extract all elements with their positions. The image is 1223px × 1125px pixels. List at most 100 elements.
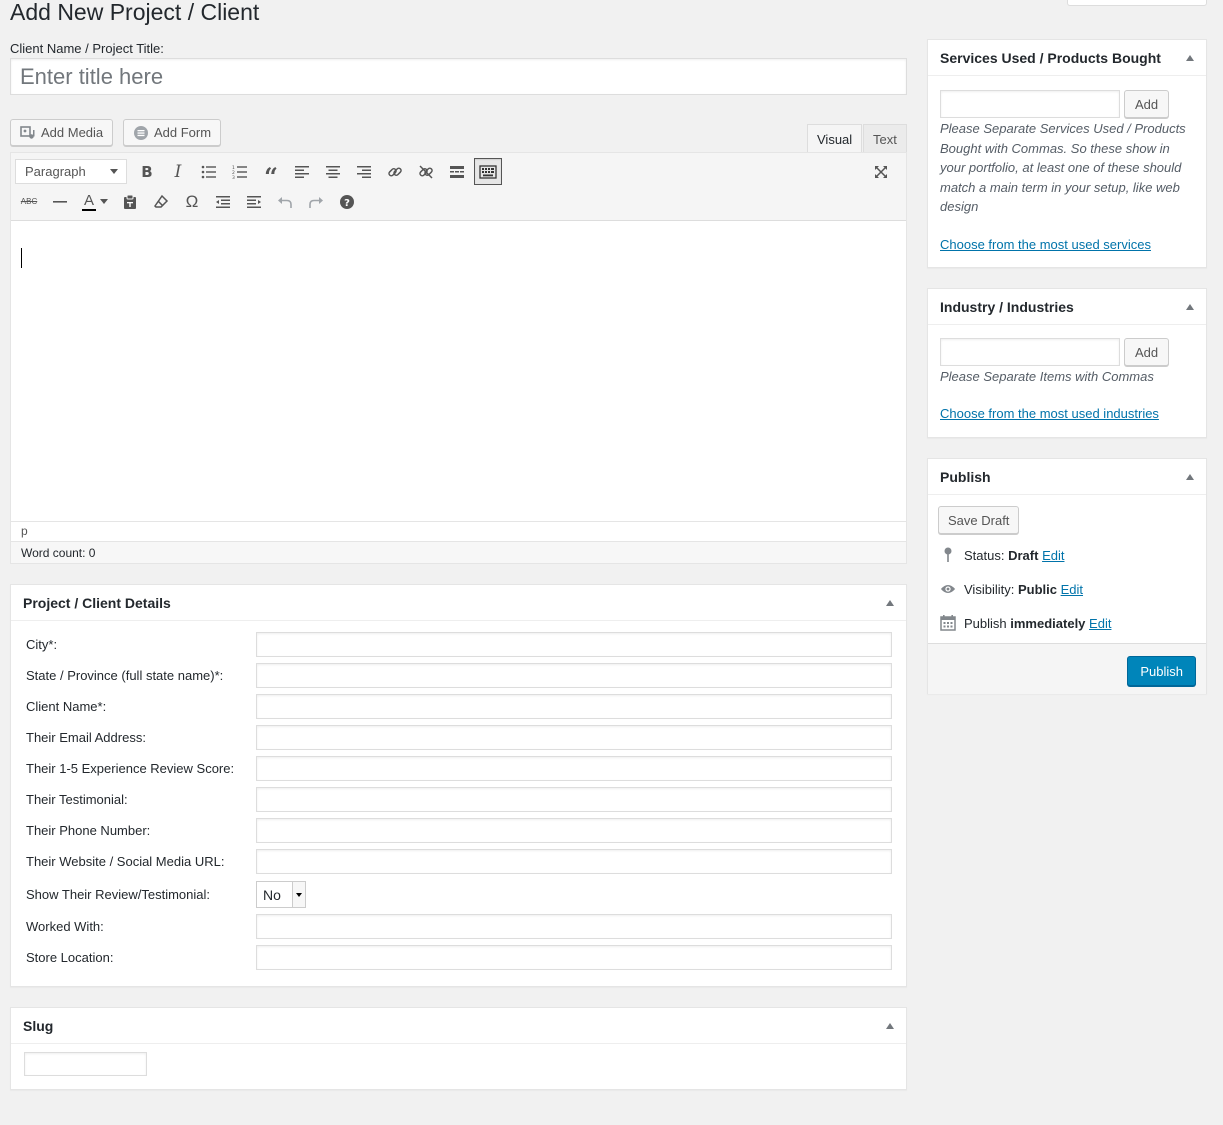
paste-as-text-icon[interactable] [116,188,144,215]
review-score-input[interactable] [256,756,892,781]
schedule-label: Publish [964,615,1007,631]
calendar-icon [940,615,956,631]
horizontal-line-icon[interactable] [46,188,74,215]
field-row-store-location: Store Location: [26,945,892,970]
read-more-icon[interactable] [443,158,471,185]
help-icon[interactable]: ? [333,188,361,215]
services-tag-input[interactable] [940,90,1120,118]
strikethrough-icon[interactable]: ABC [15,188,43,215]
add-media-label: Add Media [41,125,104,140]
bulleted-list-icon[interactable] [195,158,223,185]
title-input[interactable] [10,58,907,95]
numbered-list-icon[interactable]: 123 [226,158,254,185]
industries-tag-input[interactable] [940,338,1120,366]
element-path: p [11,521,906,541]
most-used-industries-link[interactable]: Choose from the most used industries [940,406,1159,421]
client-name-input[interactable] [256,694,892,719]
most-used-services-link[interactable]: Choose from the most used services [940,237,1151,252]
slug-box: Slug [10,1007,907,1090]
store-location-input[interactable] [256,945,892,970]
redo-icon[interactable] [302,188,330,215]
collapse-arrow-icon[interactable] [1186,54,1194,61]
increase-indent-icon[interactable] [240,188,268,215]
services-add-button[interactable]: Add [1124,90,1170,118]
details-box-header[interactable]: Project / Client Details [11,585,906,621]
blockquote-icon[interactable]: “ [257,158,285,188]
visibility-label: Visibility: [964,581,1015,597]
publish-box-title: Publish [940,468,991,485]
align-center-icon[interactable] [319,158,347,185]
collapse-arrow-icon[interactable] [1186,303,1194,310]
toolbar-toggle-icon[interactable] [474,158,502,185]
services-help-text: Please Separate Services Used / Products… [940,121,1186,214]
state-input[interactable] [256,663,892,688]
decrease-indent-icon[interactable] [209,188,237,215]
title-label: Client Name / Project Title: [10,41,164,56]
editor-content-area[interactable] [11,221,906,521]
toolbar-row-2: ABC A Ω ? [15,188,364,215]
clear-formatting-icon[interactable] [147,188,175,215]
pin-icon [940,547,956,563]
field-row-website: Their Website / Social Media URL: [26,849,892,874]
fullscreen-icon[interactable] [867,158,895,185]
status-label: Status: [964,547,1005,563]
tab-text[interactable]: Text [863,124,907,153]
publish-box: Publish Save Draft Status: Draft Edit Vi… [927,458,1207,694]
format-select[interactable]: Paragraph [15,159,127,184]
text-color-icon[interactable]: A [77,188,113,215]
field-row-testimonial: Their Testimonial: [26,787,892,812]
svg-text:?: ? [344,198,350,209]
slug-box-header[interactable]: Slug [11,1008,906,1044]
remove-link-icon[interactable] [412,158,440,185]
field-label: Show Their Review/Testimonial: [26,887,210,902]
slug-input[interactable] [24,1052,147,1076]
collapse-arrow-icon[interactable] [1186,473,1194,480]
screen-options-tab[interactable] [1067,0,1207,6]
toolbar-row-1: Paragraph B I 123 “ [15,158,505,188]
collapse-arrow-icon[interactable] [886,599,894,606]
field-label: City*: [26,637,58,652]
add-form-button[interactable]: Add Form [123,119,222,146]
page-title: Add New Project / Client [10,0,260,25]
edit-status-link[interactable]: Edit [1042,548,1064,563]
services-box-title: Services Used / Products Bought [940,49,1161,66]
status-value: Draft [1008,547,1039,563]
details-box-title: Project / Client Details [23,594,171,611]
align-left-icon[interactable] [288,158,316,185]
field-row-email: Their Email Address: [26,725,892,750]
email-input[interactable] [256,725,892,750]
content-editor: Paragraph B I 123 “ ABC A Ω ? p Word cou… [10,152,907,564]
services-box-header[interactable]: Services Used / Products Bought [928,40,1206,76]
media-icon [20,125,36,141]
insert-link-icon[interactable] [381,158,409,185]
field-label: Worked With: [26,919,104,934]
field-row-state: State / Province (full state name)*: [26,663,892,688]
tab-visual[interactable]: Visual [807,124,863,153]
add-media-button[interactable]: Add Media [10,119,114,146]
worked-with-input[interactable] [256,914,892,939]
website-input[interactable] [256,849,892,874]
chevron-down-icon [100,199,108,204]
publish-box-header[interactable]: Publish [928,459,1206,495]
field-row-city: City*: [26,632,892,657]
field-label: Their Website / Social Media URL: [26,854,225,869]
testimonial-input[interactable] [256,787,892,812]
undo-icon[interactable] [271,188,299,215]
special-character-icon[interactable]: Ω [178,188,206,215]
edit-visibility-link[interactable]: Edit [1061,582,1083,597]
industries-add-button[interactable]: Add [1124,338,1170,366]
collapse-arrow-icon[interactable] [886,1022,894,1029]
field-label: Their Testimonial: [26,792,128,807]
city-input[interactable] [256,632,892,657]
editor-toolbar: Paragraph B I 123 “ ABC A Ω ? [11,153,906,221]
italic-icon[interactable]: I [164,158,192,185]
industries-box-header[interactable]: Industry / Industries [928,289,1206,325]
edit-schedule-link[interactable]: Edit [1089,616,1111,631]
project-client-details-box: Project / Client Details City*: State / … [10,584,907,987]
save-draft-button[interactable]: Save Draft [938,506,1020,534]
phone-input[interactable] [256,818,892,843]
show-review-select[interactable]: No [256,881,306,908]
bold-icon[interactable]: B [133,158,161,185]
align-right-icon[interactable] [350,158,378,185]
publish-button[interactable]: Publish [1127,656,1196,686]
